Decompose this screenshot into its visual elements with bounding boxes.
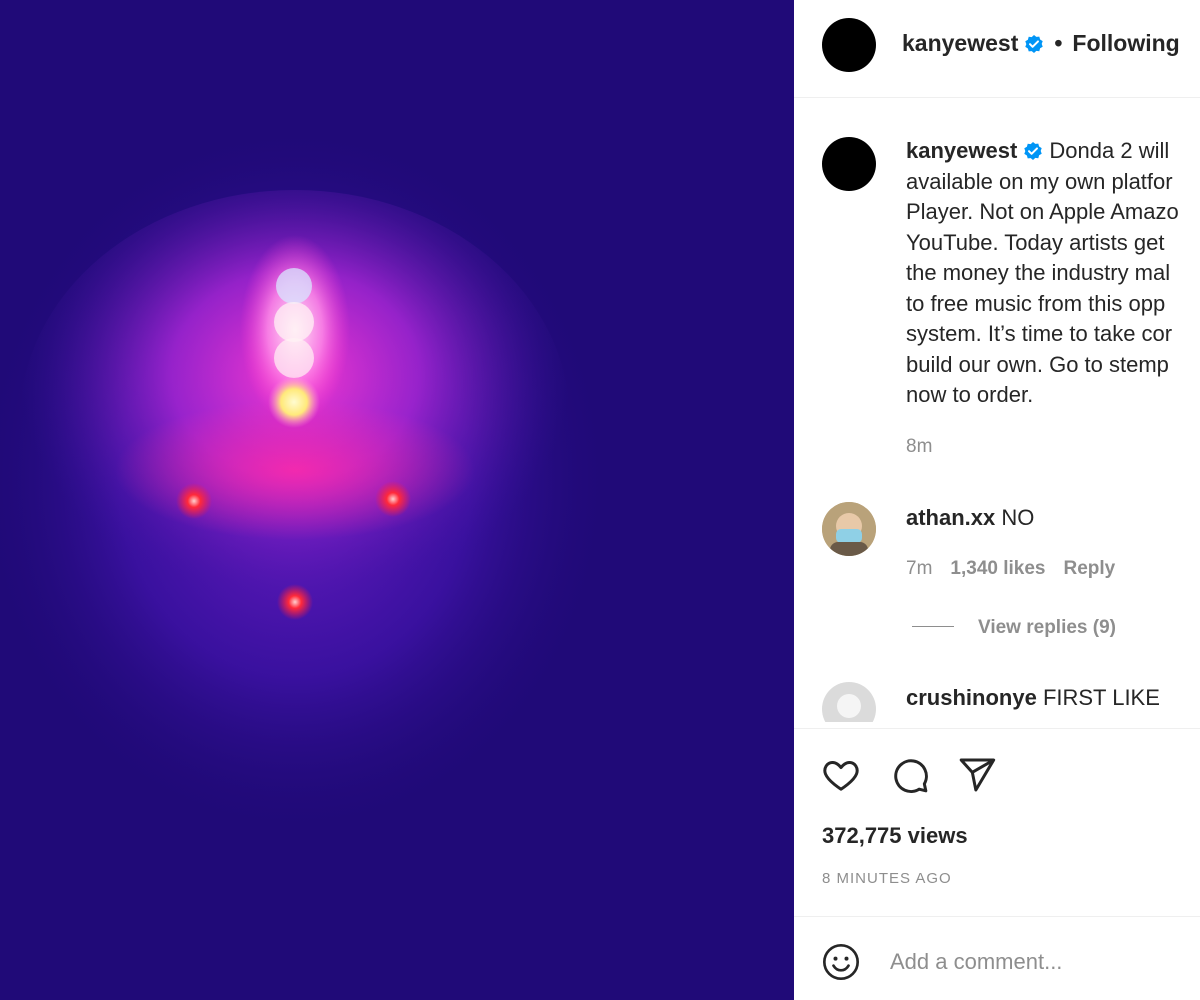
caption-body: Donda 2 will available on my own platfor… [906,138,1179,407]
comment-body: FIRST LIKE [1042,685,1160,710]
comments-scroll-area[interactable]: kanyewest Donda 2 will available on my o… [794,0,1200,722]
comment-input[interactable] [888,943,1192,981]
heart-icon[interactable] [821,755,861,795]
caption-username[interactable]: kanyewest [906,138,1017,163]
commenter-photo [822,502,876,556]
comment-body: NO [1001,505,1035,530]
comment-text-line: athan.xx NO [906,505,1034,531]
post-side-panel: kanyewest • Following kanyewest Donda 2 wi… [794,0,1200,1000]
comment-bubble-icon[interactable] [890,755,930,795]
view-replies-button[interactable]: View replies (9) [912,617,1116,639]
caption-timestamp: 8m [906,436,933,457]
caption-text-block: kanyewest Donda 2 will available on my o… [906,136,1200,416]
caption-author-avatar[interactable] [822,137,876,191]
view-replies-label: View replies (9) [978,617,1116,638]
reply-button[interactable]: Reply [1064,558,1116,579]
comment-meta: 7m 1,340 likes Reply [906,558,1133,580]
comment-text-line: crushinonye FIRST LIKE [906,685,1160,711]
comment-timestamp: 7m [906,558,933,579]
verified-badge-icon [1023,139,1043,160]
comment-username[interactable]: crushinonye [906,685,1037,710]
share-paper-plane-icon[interactable] [957,755,997,795]
comment-username[interactable]: athan.xx [906,505,995,530]
post-media[interactable] [0,0,794,1000]
post-image [0,0,794,1000]
commenter-avatar[interactable] [822,502,876,556]
replies-divider [912,626,954,627]
comment-likes[interactable]: 1,340 likes [950,558,1045,579]
post-actions: 372,775 views 8 MINUTES AGO [794,728,1200,919]
default-avatar[interactable] [822,682,876,722]
emoji-smile-icon[interactable] [821,942,861,982]
post-timestamp: 8 MINUTES AGO [822,870,952,887]
views-count[interactable]: 372,775 views [822,823,968,849]
add-comment-bar [794,916,1200,1000]
